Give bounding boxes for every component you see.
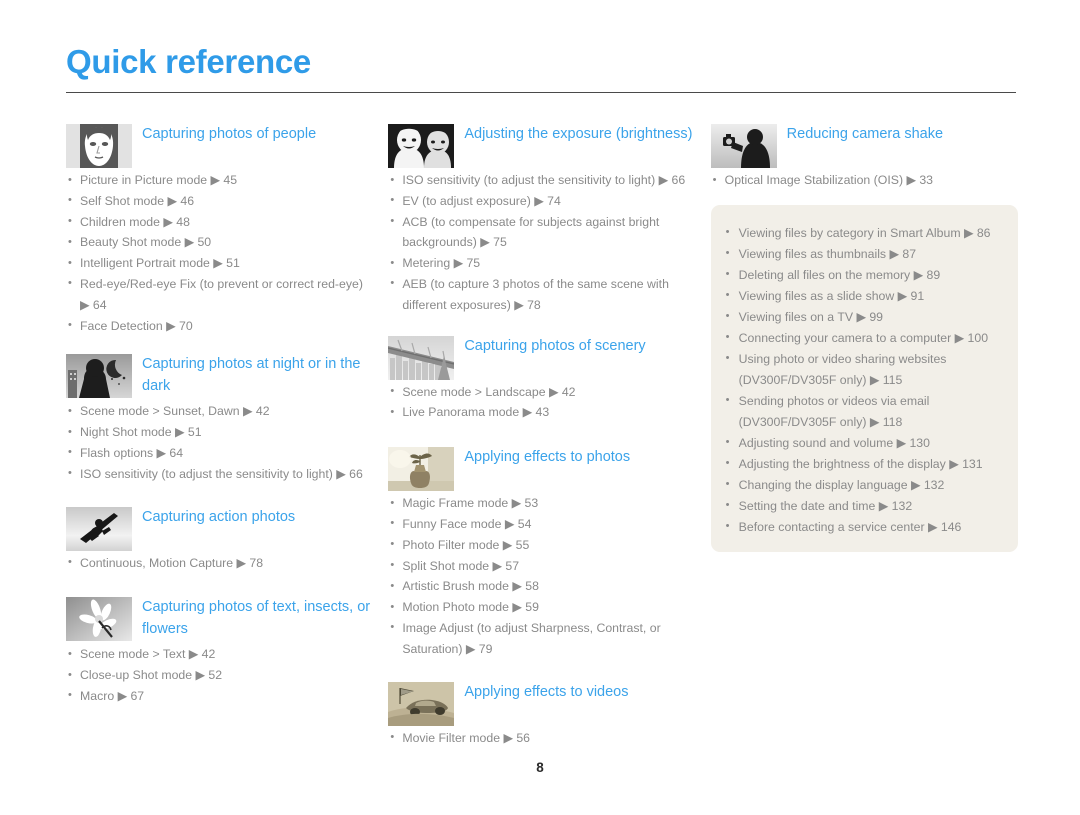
list-item[interactable]: Adjusting sound and volume ▶ 130 — [723, 432, 1002, 454]
list-item[interactable]: Sending photos or videos via email (DV30… — [723, 390, 1002, 433]
section-adjusting-the-exposure: Adjusting the exposure (brightness) ISO … — [388, 122, 695, 316]
section-header: Capturing photos of text, insects, or fl… — [66, 595, 373, 642]
section-header: Reducing camera shake — [710, 122, 1018, 168]
list-item[interactable]: Beauty Shot mode ▶ 50 — [66, 232, 373, 253]
list-item[interactable]: Scene mode > Sunset, Dawn ▶ 42 — [66, 401, 373, 422]
list-item[interactable]: Using photo or video sharing websites (D… — [723, 348, 1002, 391]
list-item[interactable]: Viewing files as thumbnails ▶ 87 — [723, 243, 1002, 265]
list-item[interactable]: EV (to adjust exposure) ▶ 74 — [388, 190, 695, 212]
list-item[interactable]: Deleting all files on the memory ▶ 89 — [723, 264, 1002, 286]
section-title: Adjusting the exposure (brightness) — [464, 126, 693, 142]
list-item[interactable]: Flash options ▶ 64 — [66, 442, 373, 464]
section-title: Capturing photos at night or in the dark — [142, 356, 361, 394]
list-item[interactable]: ISO sensitivity (to adjust the sensitivi… — [66, 463, 373, 485]
section-capturing-photos-at-night: Capturing photos at night or in the dark… — [66, 352, 373, 484]
section-applying-effects-to-photos: Applying effects to photos Magic Frame m… — [388, 445, 695, 659]
list-item[interactable]: Photo Filter mode ▶ 55 — [388, 534, 695, 556]
infobox-item-list: Viewing files by category in Smart Album… — [723, 222, 1002, 538]
list-item[interactable]: Metering ▶ 75 — [388, 253, 695, 274]
viewing-and-settings-infobox: Viewing files by category in Smart Album… — [710, 204, 1018, 552]
section-applying-effects-to-videos: Applying effects to videos Movie Filter … — [388, 680, 695, 749]
section-item-list: Scene mode > Landscape ▶ 42 Live Panoram… — [388, 381, 695, 424]
list-item[interactable]: Continuous, Motion Capture ▶ 78 — [66, 552, 373, 574]
list-item[interactable]: Close-up Shot mode ▶ 52 — [66, 665, 373, 686]
list-item[interactable]: Children mode ▶ 48 — [66, 211, 373, 233]
section-item-list: Magic Frame mode ▶ 53 Funny Face mode ▶ … — [388, 493, 695, 659]
list-item[interactable]: Split Shot mode ▶ 57 — [388, 555, 695, 577]
flower-macro-thumbnail-icon — [66, 597, 132, 642]
section-item-list: Optical Image Stabilization (OIS) ▶ 33 — [711, 170, 1018, 191]
section-reducing-camera-shake: Reducing camera shake Optical Image Stab… — [710, 122, 1018, 191]
section-item-list: Movie Filter mode ▶ 56 — [388, 727, 695, 749]
list-item[interactable]: Before contacting a service center ▶ 146 — [723, 516, 1002, 538]
camera-shake-person-thumbnail-icon — [710, 124, 777, 168]
portrait-face-thumbnail-icon — [66, 124, 132, 168]
list-item[interactable]: Scene mode > Landscape ▶ 42 — [388, 381, 695, 403]
list-item[interactable]: Intelligent Portrait mode ▶ 51 — [66, 253, 373, 274]
column-2: Adjusting the exposure (brightness) ISO … — [388, 122, 695, 754]
list-item[interactable]: Funny Face mode ▶ 54 — [388, 513, 695, 535]
section-capturing-photos-of-people: Capturing photos of people Picture in Pi… — [66, 122, 373, 336]
list-item[interactable]: Changing the display language ▶ 132 — [723, 474, 1002, 496]
list-item[interactable]: Artistic Brush mode ▶ 58 — [388, 576, 695, 597]
section-header: Applying effects to photos — [388, 445, 695, 492]
section-capturing-action-photos: Capturing action photos Continuous, Moti… — [66, 505, 373, 574]
list-item[interactable]: Scene mode > Text ▶ 42 — [66, 644, 373, 665]
section-header: Applying effects to videos — [388, 680, 695, 726]
title-divider — [66, 92, 1016, 93]
section-title: Reducing camera shake — [786, 126, 944, 142]
snowboarder-action-thumbnail-icon — [66, 506, 132, 551]
section-title: Capturing photos of text, insects, or fl… — [142, 599, 371, 637]
race-car-video-thumbnail-icon — [388, 681, 455, 726]
list-item[interactable]: Self Shot mode ▶ 46 — [66, 190, 373, 212]
section-header: Capturing action photos — [66, 505, 373, 551]
list-item[interactable]: AEB (to capture 3 photos of the same sce… — [388, 273, 695, 316]
section-header: Adjusting the exposure (brightness) — [388, 122, 695, 168]
bridge-cityscape-thumbnail-icon — [388, 335, 455, 380]
list-item[interactable]: Live Panorama mode ▶ 43 — [388, 402, 695, 423]
two-faces-exposure-thumbnail-icon — [388, 124, 455, 168]
section-capturing-photos-of-text: Capturing photos of text, insects, or fl… — [66, 595, 373, 706]
section-header: Capturing photos at night or in the dark — [66, 352, 373, 399]
section-item-list: Picture in Picture mode ▶ 45 Self Shot m… — [66, 170, 373, 336]
content-columns: Capturing photos of people Picture in Pi… — [66, 122, 1018, 754]
section-item-list: Continuous, Motion Capture ▶ 78 — [66, 552, 373, 574]
page-number: 8 — [536, 760, 544, 775]
vase-still-life-thumbnail-icon — [388, 447, 455, 492]
section-header: Capturing photos of people — [66, 122, 373, 168]
list-item[interactable]: Viewing files on a TV ▶ 99 — [723, 306, 1002, 328]
list-item[interactable]: Red-eye/Red-eye Fix (to prevent or corre… — [66, 273, 373, 316]
section-title: Applying effects to photos — [464, 449, 631, 466]
list-item[interactable]: Image Adjust (to adjust Sharpness, Contr… — [388, 617, 695, 660]
section-title: Capturing photos of people — [142, 126, 317, 142]
list-item[interactable]: Motion Photo mode ▶ 59 — [388, 597, 695, 618]
list-item[interactable]: Face Detection ▶ 70 — [66, 315, 373, 337]
list-item[interactable]: Viewing files by category in Smart Album… — [723, 222, 1002, 244]
section-title: Capturing action photos — [142, 508, 296, 525]
list-item[interactable]: Viewing files as a slide show ▶ 91 — [723, 285, 1002, 307]
quick-reference-page: Quick reference Capturing photos of peop… — [0, 0, 1080, 815]
list-item[interactable]: Movie Filter mode ▶ 56 — [388, 727, 695, 749]
night-silhouette-thumbnail-icon — [66, 354, 132, 399]
column-3: Reducing camera shake Optical Image Stab… — [710, 122, 1018, 754]
section-capturing-photos-of-scenery: Capturing photos of scenery Scene mode >… — [388, 334, 695, 424]
list-item[interactable]: Magic Frame mode ▶ 53 — [388, 493, 695, 514]
list-item[interactable]: ACB (to compensate for subjects against … — [388, 211, 695, 254]
list-item[interactable]: Night Shot mode ▶ 51 — [66, 422, 373, 443]
list-item[interactable]: ISO sensitivity (to adjust the sensitivi… — [388, 170, 695, 191]
section-item-list: ISO sensitivity (to adjust the sensitivi… — [388, 170, 695, 316]
section-header: Capturing photos of scenery — [388, 334, 695, 380]
section-item-list: Scene mode > Text ▶ 42 Close-up Shot mod… — [66, 644, 373, 706]
section-title: Capturing photos of scenery — [464, 337, 646, 354]
page-title: Quick reference — [66, 43, 311, 80]
list-item[interactable]: Macro ▶ 67 — [66, 685, 373, 707]
section-title: Applying effects to videos — [464, 683, 629, 700]
list-item[interactable]: Setting the date and time ▶ 132 — [723, 495, 1002, 517]
list-item[interactable]: Optical Image Stabilization (OIS) ▶ 33 — [711, 170, 1018, 191]
list-item[interactable]: Connecting your camera to a computer ▶ 1… — [723, 327, 1002, 349]
list-item[interactable]: Picture in Picture mode ▶ 45 — [66, 170, 373, 191]
list-item[interactable]: Adjusting the brightness of the display … — [723, 453, 1002, 475]
section-item-list: Scene mode > Sunset, Dawn ▶ 42 Night Sho… — [66, 401, 373, 484]
column-1: Capturing photos of people Picture in Pi… — [66, 122, 373, 754]
